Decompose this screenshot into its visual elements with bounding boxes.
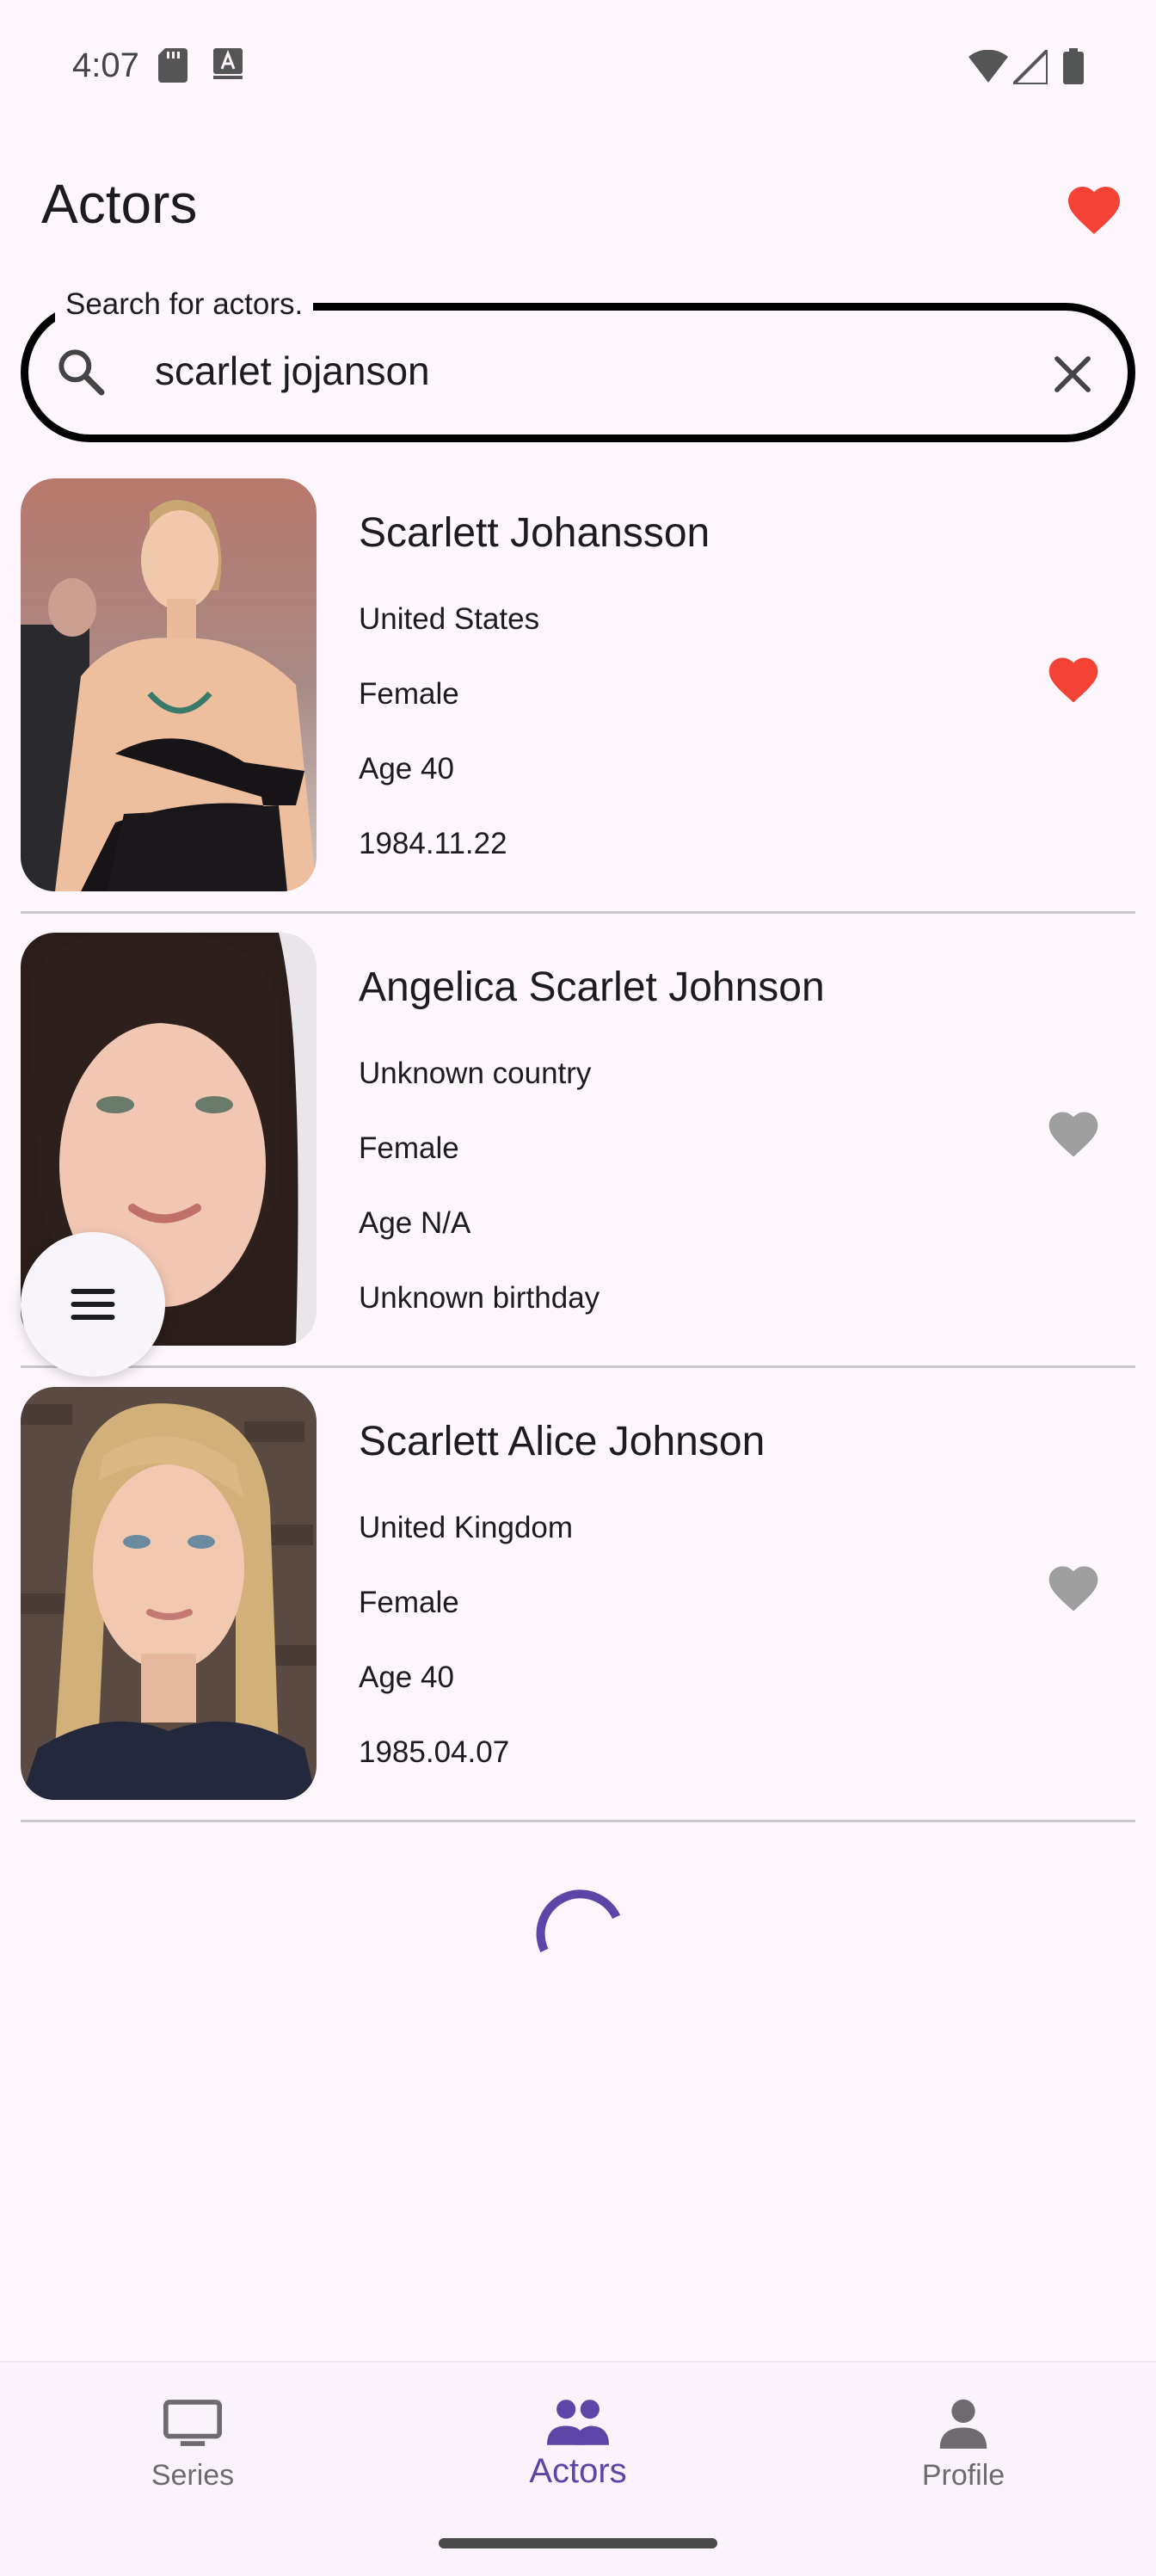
- wifi-icon: [968, 50, 1008, 83]
- actor-name: Angelica Scarlet Johnson: [359, 964, 825, 1010]
- nav-label: Profile: [921, 2459, 1005, 2492]
- status-time: 4:07: [72, 46, 139, 84]
- actor-row[interactable]: Scarlett Johansson United States Female …: [21, 478, 1135, 933]
- actor-name: Scarlett Alice Johnson: [359, 1419, 766, 1464]
- person-icon: [939, 2399, 987, 2449]
- page-title: Actors: [41, 173, 198, 235]
- menu-icon: [71, 1289, 115, 1320]
- people-icon: [547, 2400, 609, 2445]
- nav-item-actors[interactable]: Actors: [449, 2397, 707, 2491]
- actor-country: Unknown country: [359, 1057, 592, 1090]
- nav-item-series[interactable]: Series: [64, 2397, 322, 2493]
- home-indicator[interactable]: [439, 2538, 717, 2548]
- favorites-heart-icon[interactable]: [1063, 179, 1125, 241]
- font-a-icon: [213, 48, 243, 79]
- favorite-heart-icon[interactable]: [1044, 1105, 1103, 1163]
- favorite-heart-icon[interactable]: [1044, 650, 1103, 709]
- actor-row[interactable]: Angelica Scarlet Johnson Unknown country…: [21, 933, 1135, 1387]
- actor-birthday: Unknown birthday: [359, 1281, 600, 1315]
- search-input[interactable]: scarlet jojanson: [155, 348, 430, 394]
- actor-photo: [21, 1387, 317, 1800]
- actor-gender: Female: [359, 1131, 459, 1165]
- actor-country: United Kingdom: [359, 1511, 574, 1544]
- row-divider: [21, 1820, 1135, 1822]
- actor-photo: [21, 478, 317, 891]
- actor-birthday: 1985.04.07: [359, 1735, 510, 1769]
- actor-age: Age 40: [359, 752, 454, 786]
- cell-signal-icon: [1013, 50, 1048, 84]
- nav-label: Actors: [529, 2452, 627, 2490]
- tv-icon: [163, 2400, 222, 2446]
- search-label: Search for actors.: [55, 287, 314, 322]
- actor-gender: Female: [359, 677, 459, 711]
- battery-icon: [1063, 48, 1084, 84]
- actor-gender: Female: [359, 1586, 459, 1619]
- actor-age: Age N/A: [359, 1206, 471, 1240]
- nav-item-profile[interactable]: Profile: [834, 2397, 1092, 2493]
- menu-button[interactable]: [21, 1232, 165, 1377]
- actor-age: Age 40: [359, 1661, 454, 1694]
- search-icon: [58, 349, 105, 396]
- clear-icon[interactable]: [1046, 348, 1099, 401]
- favorite-heart-icon[interactable]: [1044, 1559, 1103, 1618]
- row-divider: [21, 911, 1135, 914]
- actor-country: United States: [359, 602, 540, 636]
- sd-card-icon: [158, 48, 188, 83]
- actor-birthday: 1984.11.22: [359, 827, 507, 860]
- actor-name: Scarlett Johansson: [359, 510, 710, 556]
- actor-row[interactable]: Scarlett Alice Johnson United Kingdom Fe…: [21, 1387, 1135, 1841]
- nav-label: Series: [151, 2459, 235, 2492]
- row-divider: [21, 1365, 1135, 1368]
- loading-spinner-icon: [536, 1889, 621, 1953]
- status-bar: 4:07: [0, 0, 1156, 134]
